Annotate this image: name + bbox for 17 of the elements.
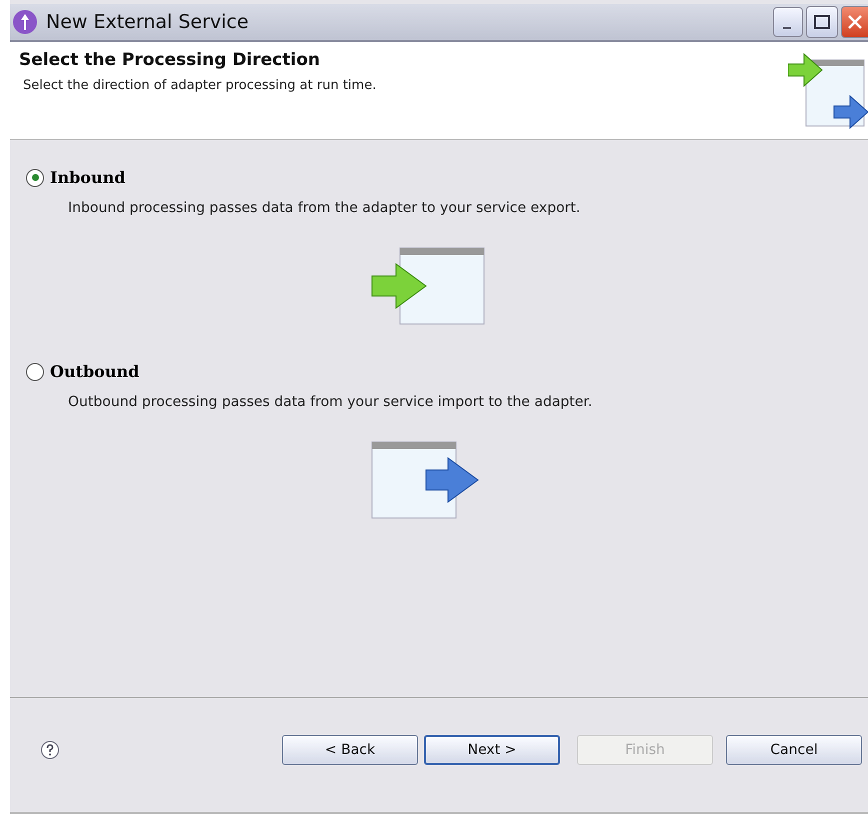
minimize-icon xyxy=(783,26,793,30)
window-title: New External Service xyxy=(46,11,250,33)
wizard-button[interactable]: < Back xyxy=(282,735,418,765)
help-icon[interactable] xyxy=(40,740,60,760)
option-description: Outbound processing passes data from your service import to the adapter. xyxy=(68,394,594,410)
app-icon xyxy=(12,9,38,35)
page-description: Select the direction of adapter processing at run time. xyxy=(23,78,376,93)
maximize-icon xyxy=(814,15,830,29)
close-icon xyxy=(847,14,863,30)
page-title: Select the Processing Direction xyxy=(19,50,321,70)
wizard-button[interactable]: Next > xyxy=(424,735,560,765)
wizard-button[interactable]: Cancel xyxy=(726,735,862,765)
direction-radio[interactable]: Outbound xyxy=(26,362,140,381)
option-description: Inbound processing passes data from the adapter to your service export. xyxy=(68,200,582,216)
maximize-button[interactable] xyxy=(806,6,838,38)
direction-radio[interactable]: Inbound xyxy=(26,168,126,187)
close-button[interactable] xyxy=(841,6,868,38)
